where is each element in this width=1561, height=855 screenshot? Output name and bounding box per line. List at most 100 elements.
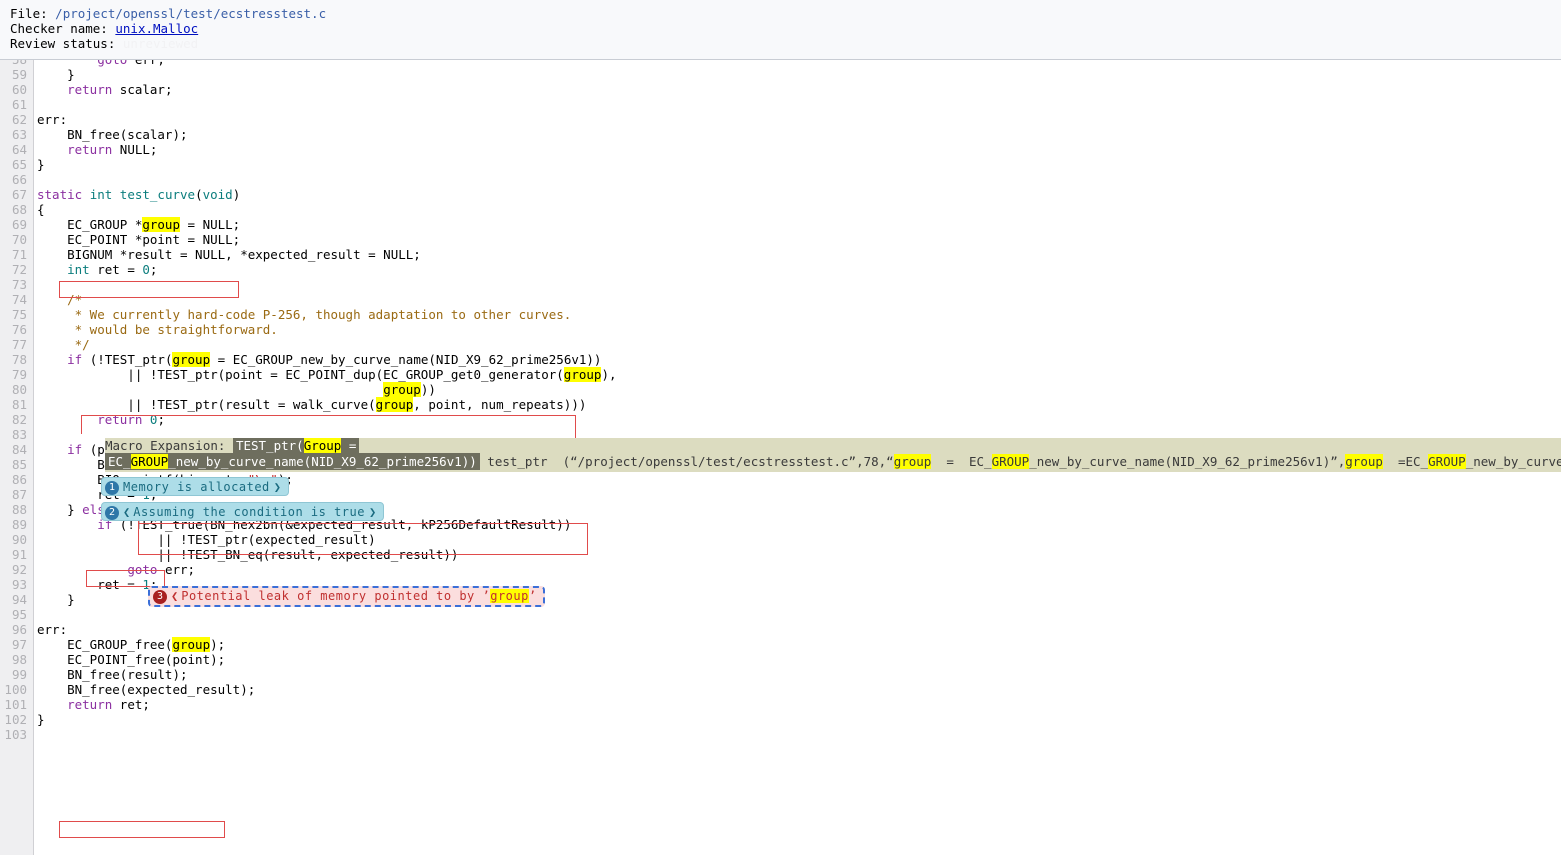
- code-line: 80 group)): [0, 382, 1561, 397]
- checker-row: Checker name: unix.Malloc: [10, 21, 1561, 36]
- code-line: 98 EC_POINT_free(point);: [0, 652, 1561, 667]
- line-number: 97: [11, 637, 27, 652]
- annotation-badge-3: 3: [153, 589, 167, 604]
- code-line: 99 BN_free(result);: [0, 667, 1561, 682]
- line-number: 98: [11, 652, 27, 667]
- line-number: 101: [4, 697, 27, 712]
- line-number: 90: [11, 532, 27, 547]
- line-content: return 0;: [97, 412, 165, 427]
- line-content: */: [37, 337, 90, 352]
- line-content: BN_free(result);: [37, 667, 188, 682]
- annotation-text-3-before: Potential leak of memory pointed to by ’: [181, 589, 491, 603]
- line-number: 94: [11, 592, 27, 607]
- code-line: 60 return scalar;: [0, 82, 1561, 97]
- line-content: || !TEST_BN_eq(result, expected_result)): [37, 547, 459, 562]
- code-line: 66: [0, 172, 1561, 187]
- code-line: 70 EC_POINT *point = NULL;: [0, 232, 1561, 247]
- line-content: || !TEST_ptr(expected_result): [37, 532, 376, 547]
- annotation-text-3-highlight: group: [490, 589, 529, 603]
- code-line: 90 || !TEST_ptr(expected_result): [0, 532, 1561, 547]
- line-number: 74: [11, 292, 27, 307]
- line-number: 82: [11, 412, 27, 427]
- file-label: File:: [10, 6, 48, 21]
- line-content: }: [37, 712, 45, 727]
- source-code-viewer[interactable]: 58 goto err;59 }60 return scalar;6162err…: [0, 60, 1561, 855]
- line-content: BN_free(scalar);: [37, 127, 188, 142]
- code-line: 74 /*: [0, 292, 1561, 307]
- code-line: 103: [0, 727, 1561, 742]
- highlight-box-line-97: [59, 821, 225, 838]
- code-line: 69 EC_GROUP *group = NULL;: [0, 217, 1561, 232]
- line-content: ret = 1;: [37, 577, 158, 592]
- line-content: || !TEST_ptr(point = EC_POINT_dup(EC_GRO…: [37, 367, 617, 382]
- line-number: 83: [11, 427, 27, 442]
- macro-expansion-chip-1: TEST_ptr(Group =: [232, 438, 360, 454]
- code-line: 75 * We currently hard-code P-256, thoug…: [0, 307, 1561, 322]
- line-content: /*: [37, 292, 83, 307]
- code-line: 71 BIGNUM *result = NULL, *expected_resu…: [0, 247, 1561, 262]
- line-number: 92: [11, 562, 27, 577]
- line-number: 93: [11, 577, 27, 592]
- macro-expansion-label: Macro Expansion:: [105, 438, 226, 453]
- line-content: {: [37, 202, 45, 217]
- line-number: 61: [11, 97, 27, 112]
- code-line: 72 int ret = 0;: [0, 262, 1561, 277]
- code-line: 63 BN_free(scalar);: [0, 127, 1561, 142]
- code-line: 76 * would be straightforward.: [0, 322, 1561, 337]
- line-content: return NULL;: [67, 142, 158, 157]
- line-number: 71: [11, 247, 27, 262]
- annotation-bubble-3[interactable]: 3 ❮ Potential leak of memory pointed to by…: [148, 586, 545, 607]
- chevron-right-icon[interactable]: ❯: [369, 505, 376, 519]
- line-number: 65: [11, 157, 27, 172]
- code-line: 92 goto err;: [0, 562, 1561, 577]
- line-content: * We currently hard-code P-256, though a…: [37, 307, 572, 322]
- line-content: goto err;: [37, 60, 165, 67]
- chevron-right-icon[interactable]: ❯: [274, 480, 281, 494]
- code-line: 59 }: [0, 67, 1561, 82]
- line-number: 63: [11, 127, 27, 142]
- macro-expansion-line-2: EC_GROUP_new_by_curve_name(NID_X9_62_pri…: [105, 453, 1561, 470]
- line-content: }: [37, 592, 75, 607]
- review-status-value: unreviewed: [122, 36, 199, 51]
- checker-label: Checker name:: [10, 21, 108, 36]
- code-line: 77 */: [0, 337, 1561, 352]
- line-number: 67: [11, 187, 27, 202]
- line-number: 64: [11, 142, 27, 157]
- line-content: }: [37, 67, 75, 82]
- annotation-badge-1: 1: [105, 480, 119, 495]
- line-content: return scalar;: [67, 82, 173, 97]
- line-number: 81: [11, 397, 27, 412]
- code-line: 95: [0, 607, 1561, 622]
- line-content: if (!TEST_ptr(group = EC_GROUP_new_by_cu…: [67, 352, 602, 367]
- chevron-left-icon[interactable]: ❮: [123, 505, 130, 519]
- line-number: 62: [11, 112, 27, 127]
- code-line: 97 EC_GROUP_free(group);: [0, 637, 1561, 652]
- macro-expansion-chip-2: EC_GROUP_new_by_curve_name(NID_X9_62_pri…: [105, 453, 480, 470]
- line-content: EC_POINT_free(point);: [37, 652, 226, 667]
- code-line: 82 return 0;: [0, 412, 1561, 427]
- chevron-left-icon[interactable]: ❮: [171, 589, 178, 603]
- code-line: 67 static int test_curve(void): [0, 187, 1561, 202]
- line-number: 87: [11, 487, 27, 502]
- line-number: 59: [11, 67, 27, 82]
- line-number: 76: [11, 322, 27, 337]
- line-number: 70: [11, 232, 27, 247]
- line-number: 72: [11, 262, 27, 277]
- code-line: 65}: [0, 157, 1561, 172]
- annotation-bubble-1[interactable]: 1 Memory is allocated ❯: [101, 477, 290, 496]
- line-number: 103: [4, 727, 27, 742]
- code-line: 102}: [0, 712, 1561, 727]
- macro-expansion-line-1: Macro Expansion: TEST_ptr(Group =: [105, 438, 1561, 454]
- annotation-badge-2: 2: [105, 505, 119, 520]
- line-content: static int test_curve(void): [37, 187, 241, 202]
- line-content: goto err;: [127, 562, 196, 577]
- code-line: 96 err:: [0, 622, 1561, 637]
- line-number: 89: [11, 517, 27, 532]
- review-status-label: Review status:: [10, 36, 116, 51]
- code-line: 68 {: [0, 202, 1561, 217]
- annotation-bubble-2[interactable]: 2 ❮ Assuming the condition is true ❯: [101, 502, 385, 521]
- line-content: err:: [37, 112, 68, 127]
- code-line: 91 || !TEST_BN_eq(result, expected_resul…: [0, 547, 1561, 562]
- checker-name-link[interactable]: unix.Malloc: [115, 21, 198, 36]
- line-number: 79: [11, 367, 27, 382]
